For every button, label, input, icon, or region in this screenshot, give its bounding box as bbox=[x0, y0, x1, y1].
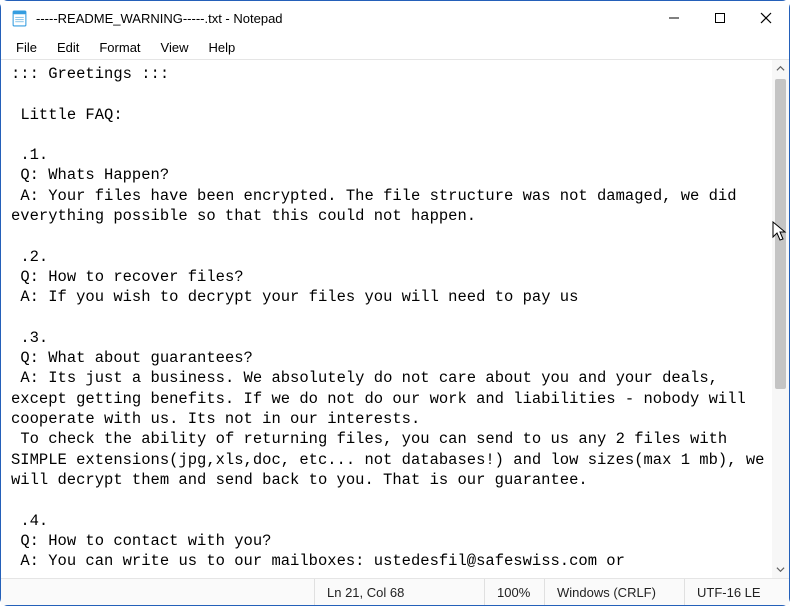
menu-view[interactable]: View bbox=[152, 38, 198, 57]
window-controls bbox=[651, 1, 789, 35]
scroll-down-arrow-icon[interactable] bbox=[772, 561, 789, 578]
statusbar: Ln 21, Col 68 100% Windows (CRLF) UTF-16… bbox=[1, 578, 789, 605]
content-area: ::: Greetings ::: Little FAQ: .1. Q: Wha… bbox=[1, 60, 789, 578]
maximize-button[interactable] bbox=[697, 1, 743, 35]
status-empty bbox=[1, 579, 314, 605]
notepad-icon bbox=[11, 10, 28, 27]
text-editor[interactable]: ::: Greetings ::: Little FAQ: .1. Q: Wha… bbox=[1, 60, 772, 578]
minimize-button[interactable] bbox=[651, 1, 697, 35]
menu-help[interactable]: Help bbox=[199, 38, 244, 57]
vertical-scrollbar[interactable] bbox=[772, 60, 789, 578]
status-line-ending: Windows (CRLF) bbox=[544, 579, 684, 605]
status-encoding: UTF-16 LE bbox=[684, 579, 789, 605]
scroll-up-arrow-icon[interactable] bbox=[772, 60, 789, 77]
menu-format[interactable]: Format bbox=[90, 38, 149, 57]
window-title: -----README_WARNING-----.txt - Notepad bbox=[36, 11, 283, 26]
menu-file[interactable]: File bbox=[7, 38, 46, 57]
status-zoom: 100% bbox=[484, 579, 544, 605]
close-button[interactable] bbox=[743, 1, 789, 35]
titlebar: -----README_WARNING-----.txt - Notepad bbox=[1, 1, 789, 35]
menubar: File Edit Format View Help bbox=[1, 35, 789, 60]
status-position: Ln 21, Col 68 bbox=[314, 579, 484, 605]
menu-edit[interactable]: Edit bbox=[48, 38, 88, 57]
scroll-thumb[interactable] bbox=[775, 79, 786, 389]
